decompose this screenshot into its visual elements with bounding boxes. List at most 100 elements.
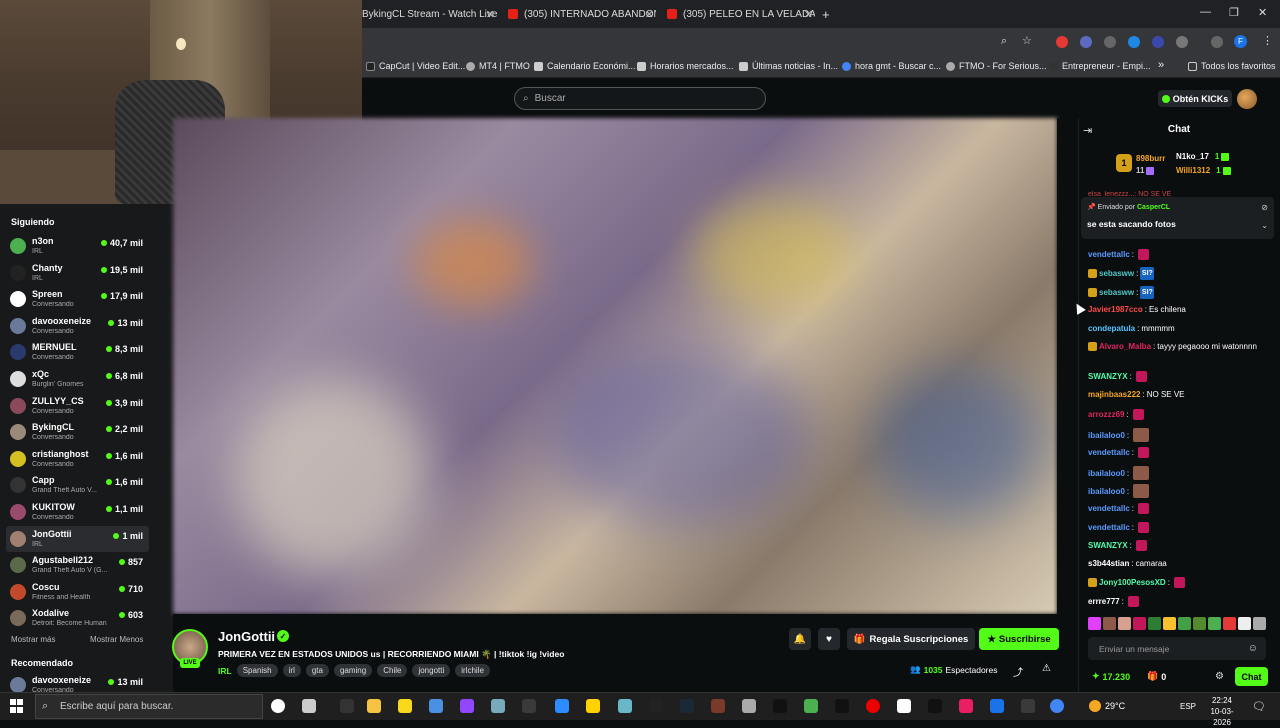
sidebar-item-davooxeneize[interactable]: davooxeneize Conversando 13 mil: [6, 313, 149, 339]
stream-tag[interactable]: gaming: [333, 664, 373, 677]
emote-icon[interactable]: [1103, 617, 1116, 630]
taskbar-search[interactable]: ⌕ Escribe aquí para buscar.: [35, 694, 263, 719]
share-icon[interactable]: ⤴: [1013, 664, 1023, 679]
sidebar-item-cristianghost[interactable]: cristianghost Conversando 1,6 mil: [6, 446, 149, 472]
browser-tab-0[interactable]: BykingCL Stream - Watch Live o ✕: [362, 4, 497, 24]
tiktok-icon[interactable]: [835, 699, 849, 713]
app-icon[interactable]: [491, 699, 505, 713]
sidebar-item-bykingcl[interactable]: BykingCL Conversando 2,2 mil: [6, 419, 149, 445]
close-icon[interactable]: ✕: [804, 8, 813, 21]
chat-username[interactable]: vendettallc: [1088, 504, 1130, 513]
extension-icon[interactable]: [1056, 36, 1068, 48]
leader-name[interactable]: 898burr: [1136, 154, 1165, 163]
system-clock[interactable]: 22:24 10-03-2026: [1202, 695, 1242, 728]
leader-name[interactable]: N1ko_17 1: [1176, 152, 1230, 161]
sidebar-item-capp[interactable]: Capp Grand Theft Auto V... 1,6 mil: [6, 472, 149, 498]
show-less-link[interactable]: Mostrar Menos: [90, 635, 143, 644]
notifications-icon[interactable]: 🗨: [1252, 700, 1266, 713]
app-icon[interactable]: [711, 699, 725, 713]
chat-username[interactable]: majinbaas222: [1088, 390, 1140, 399]
sidebar-item-mernuel[interactable]: MERNUEL Conversando 8,3 mil: [6, 339, 149, 365]
gift-count[interactable]: 🎁 0: [1147, 671, 1166, 682]
bookmark-item[interactable]: Entrepreneur - Empi...: [1049, 61, 1151, 71]
user-avatar[interactable]: [1237, 89, 1257, 109]
twitch-icon[interactable]: [460, 699, 474, 713]
reading-list-icon[interactable]: [1211, 36, 1223, 48]
show-more-link[interactable]: Mostrar más: [11, 635, 55, 644]
sidebar-item-jongottii[interactable]: JonGottii IRL 1 mil: [6, 525, 149, 552]
all-favorites-folder[interactable]: Todos los favoritos: [1188, 61, 1276, 71]
report-icon[interactable]: ⚠: [1042, 663, 1051, 674]
chat-username[interactable]: errre777: [1088, 597, 1120, 606]
minimize-icon[interactable]: —: [1200, 6, 1211, 18]
sidebar-item-n3on[interactable]: n3on IRL 40,7 mil: [6, 233, 149, 259]
minecraft-icon[interactable]: [804, 699, 818, 713]
restore-icon[interactable]: ❐: [1229, 6, 1239, 19]
extension-icon[interactable]: [1128, 36, 1140, 48]
task-view-icon[interactable]: [302, 699, 316, 713]
cortana-icon[interactable]: [271, 699, 285, 713]
chat-username[interactable]: vendettallc: [1088, 523, 1130, 532]
emote-icon[interactable]: [1088, 617, 1101, 630]
app-icon[interactable]: [928, 699, 942, 713]
capcut-icon[interactable]: [649, 699, 663, 713]
follow-button[interactable]: ♥: [818, 628, 840, 650]
app-icon[interactable]: [897, 699, 911, 713]
translate-icon[interactable]: [1080, 36, 1092, 48]
app-icon[interactable]: [959, 699, 973, 713]
chat-username[interactable]: ibailaloo0: [1088, 487, 1125, 496]
emote-icon[interactable]: [1223, 617, 1236, 630]
puzzle-icon[interactable]: [1176, 36, 1188, 48]
chat-username[interactable]: SWANZYX: [1088, 541, 1128, 550]
profile-avatar[interactable]: F: [1234, 35, 1247, 48]
emote-icon[interactable]: [1148, 617, 1161, 630]
windows-start-icon[interactable]: [10, 699, 24, 713]
chat-username[interactable]: arrozzz69: [1088, 410, 1124, 419]
emote-icon[interactable]: [1238, 617, 1251, 630]
bookmark-item[interactable]: MT4 | FTMO: [466, 61, 530, 71]
steam-icon[interactable]: [990, 699, 1004, 713]
chat-username[interactable]: ibailaloo0: [1088, 431, 1125, 440]
emote-icon[interactable]: [1178, 617, 1191, 630]
notification-bell-button[interactable]: 🔔: [789, 628, 811, 650]
emote-icon[interactable]: [1133, 617, 1146, 630]
sidebar-item-agustabell212[interactable]: Agustabell212 Grand Theft Auto V (G... 857: [6, 552, 149, 578]
chat-username[interactable]: sebasww: [1099, 288, 1134, 297]
new-tab-button[interactable]: +: [822, 4, 836, 24]
opera-icon[interactable]: [866, 699, 880, 713]
channel-name[interactable]: JonGottii: [218, 629, 275, 644]
sidebar-item-coscu[interactable]: Coscu Fitness and Health 710: [6, 579, 149, 605]
app-icon[interactable]: [680, 699, 694, 713]
copilot-icon[interactable]: [429, 699, 443, 713]
obs-icon[interactable]: [1021, 699, 1035, 713]
chat-username[interactable]: Alvaro_Malba: [1099, 342, 1151, 351]
weather-widget[interactable]: 29°C: [1089, 700, 1125, 712]
sidebar-item-xqc[interactable]: xQc Burglin' Gnomes 6,8 mil: [6, 366, 149, 392]
search-input[interactable]: ⌕ Buscar: [514, 87, 766, 110]
app-icon[interactable]: [586, 699, 600, 713]
chat-input[interactable]: Enviar un mensaje ☺: [1088, 637, 1266, 660]
app-icon[interactable]: [618, 699, 632, 713]
bookmarks-more-button[interactable]: »: [1158, 59, 1164, 71]
chat-username[interactable]: vendettallc: [1088, 250, 1130, 259]
chat-username[interactable]: sebasww: [1099, 269, 1134, 278]
gear-icon[interactable]: ⚙: [1215, 671, 1224, 682]
browser-tab-1[interactable]: (305) INTERNADO ABANDONA ✕: [508, 4, 656, 24]
sidebar-item-spreen[interactable]: Spreen Conversando 17,9 mil: [6, 286, 149, 312]
bookmark-item[interactable]: Horarios mercados...: [637, 61, 734, 71]
chat-username[interactable]: condepatula: [1088, 324, 1135, 333]
stream-tag[interactable]: Chile: [377, 664, 408, 677]
sidebar-item-kukitow[interactable]: KUKITOW Conversando 1,1 mil: [6, 499, 149, 525]
bookmark-item[interactable]: Calendario Económi...: [534, 61, 636, 71]
emote-icon[interactable]: [1253, 617, 1266, 630]
settings-icon[interactable]: [742, 699, 756, 713]
app-icon[interactable]: [340, 699, 354, 713]
bookmark-item[interactable]: hora gmt - Buscar c...: [842, 61, 941, 71]
sticky-notes-icon[interactable]: [398, 699, 412, 713]
file-explorer-icon[interactable]: [367, 699, 381, 713]
bookmark-item[interactable]: Últimas noticias - In...: [739, 61, 838, 71]
bookmark-item[interactable]: CapCut | Video Edit...: [366, 61, 465, 71]
menu-icon[interactable]: ⋮: [1262, 34, 1273, 47]
gift-subs-button[interactable]: 🎁 Regala Suscripciones: [847, 628, 975, 650]
language-indicator[interactable]: ESP: [1180, 702, 1196, 711]
